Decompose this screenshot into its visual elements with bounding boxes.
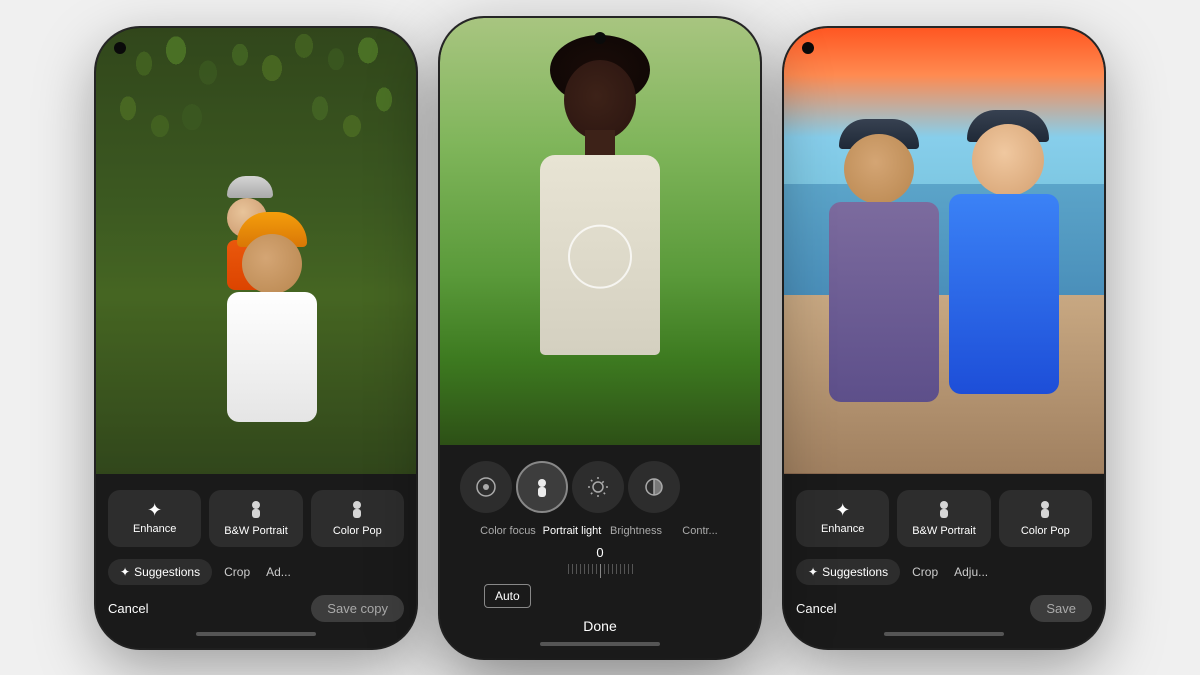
- tick-marks: [472, 564, 728, 578]
- home-bar-3: [884, 632, 1004, 636]
- contrast-icon[interactable]: [628, 461, 680, 513]
- bottom-panel-3: ✦ Enhance B&W Portrait: [784, 474, 1104, 648]
- screen-3: [784, 28, 1104, 474]
- color-focus-label: Color focus: [478, 525, 538, 537]
- screen-1: [96, 28, 416, 474]
- phone-3: ✦ Enhance B&W Portrait: [784, 28, 1104, 648]
- brightness-label: Brightness: [606, 525, 666, 537]
- enhance-label-3: Enhance: [821, 523, 864, 535]
- suggestions-star-icon-3: ✦: [808, 565, 818, 579]
- photo-1: [96, 28, 416, 474]
- home-bar-2: [540, 642, 660, 646]
- slider-container[interactable]: [452, 564, 748, 578]
- home-bar-1: [196, 632, 316, 636]
- slider-value: 0: [452, 545, 748, 560]
- dad-body: [227, 292, 317, 422]
- photo-3: [784, 28, 1104, 474]
- suggestions-star-icon-1: ✦: [120, 565, 130, 579]
- bw-label-1: B&W Portrait: [224, 525, 288, 537]
- p1-head: [844, 134, 914, 204]
- enhance-btn-1[interactable]: ✦ Enhance: [108, 490, 201, 547]
- save-btn-1[interactable]: Save copy: [311, 595, 404, 622]
- adjust-tab-1[interactable]: Ad...: [262, 559, 295, 585]
- couple-figure: [824, 114, 1064, 474]
- suggestions-label-3: Suggestions: [822, 565, 888, 579]
- contrast-label: Contr...: [670, 525, 730, 537]
- done-btn[interactable]: Done: [583, 618, 616, 634]
- suggestions-tab-3[interactable]: ✦ Suggestions: [796, 559, 900, 585]
- w-face: [564, 60, 636, 140]
- dad-figure: [207, 174, 337, 474]
- camera-hole-3: [802, 42, 814, 54]
- color-pop-btn-3[interactable]: Color Pop: [999, 490, 1092, 547]
- phones-container: ✦ Enhance B&W Portrait: [0, 0, 1200, 675]
- slider-section: 0: [452, 545, 748, 608]
- bw-icon-1: [247, 500, 265, 521]
- save-btn-3[interactable]: Save: [1030, 595, 1092, 622]
- camera-hole-1: [114, 42, 126, 54]
- tool-labels-2: Color focus Portrait light Brightness Co…: [452, 525, 748, 537]
- cancel-btn-1[interactable]: Cancel: [108, 601, 148, 616]
- enhance-icon-3: ✦: [835, 501, 850, 519]
- phone-1: ✦ Enhance B&W Portrait: [96, 28, 416, 648]
- p2-body: [949, 194, 1059, 394]
- color-pop-label-3: Color Pop: [1021, 525, 1070, 537]
- tools-scroll-2: [452, 461, 748, 513]
- enhance-label-1: Enhance: [133, 523, 176, 535]
- portrait-light-label: Portrait light: [542, 525, 602, 537]
- actions-row-1: Cancel Save copy: [108, 595, 404, 626]
- tabs-row-3: ✦ Suggestions Crop Adju...: [796, 559, 1092, 585]
- actions-row-3: Cancel Save: [796, 595, 1092, 626]
- color-pop-btn-1[interactable]: Color Pop: [311, 490, 404, 547]
- color-pop-icon-3: [1036, 500, 1054, 521]
- tools-row-3: ✦ Enhance B&W Portrait: [796, 490, 1092, 547]
- bw-icon-3: [935, 500, 953, 521]
- suggestions-tab-1[interactable]: ✦ Suggestions: [108, 559, 212, 585]
- done-btn-row: Done: [452, 618, 748, 636]
- bw-portrait-btn-3[interactable]: B&W Portrait: [897, 490, 990, 547]
- crop-tab-3[interactable]: Crop: [908, 559, 942, 585]
- camera-hole-2: [594, 32, 606, 44]
- dad-head: [242, 234, 302, 294]
- color-focus-icon[interactable]: [460, 461, 512, 513]
- tabs-row-1: ✦ Suggestions Crop Ad...: [108, 559, 404, 585]
- kid-hat: [227, 176, 273, 198]
- bottom-panel-1: ✦ Enhance B&W Portrait: [96, 474, 416, 648]
- phone-2: Color focus Portrait light Brightness Co…: [440, 18, 760, 658]
- suggestions-label-1: Suggestions: [134, 565, 200, 579]
- cancel-btn-3[interactable]: Cancel: [796, 601, 836, 616]
- tools-row-1: ✦ Enhance B&W Portrait: [108, 490, 404, 547]
- brightness-icon[interactable]: [572, 461, 624, 513]
- bottom-panel-2: Color focus Portrait light Brightness Co…: [440, 445, 760, 658]
- bw-portrait-btn-1[interactable]: B&W Portrait: [209, 490, 302, 547]
- color-pop-label-1: Color Pop: [333, 525, 382, 537]
- color-pop-icon-1: [348, 500, 366, 521]
- crop-tab-1[interactable]: Crop: [220, 559, 254, 585]
- screen-2: [440, 18, 760, 445]
- focus-ring: [568, 225, 632, 289]
- p1-body: [829, 202, 939, 402]
- adjust-tab-3[interactable]: Adju...: [950, 559, 992, 585]
- bw-label-3: B&W Portrait: [912, 525, 976, 537]
- enhance-icon-1: ✦: [147, 501, 162, 519]
- p2-head: [972, 124, 1044, 196]
- auto-btn[interactable]: Auto: [484, 584, 531, 608]
- portrait-light-icon[interactable]: [516, 461, 568, 513]
- photo-2: [440, 18, 760, 445]
- enhance-btn-3[interactable]: ✦ Enhance: [796, 490, 889, 547]
